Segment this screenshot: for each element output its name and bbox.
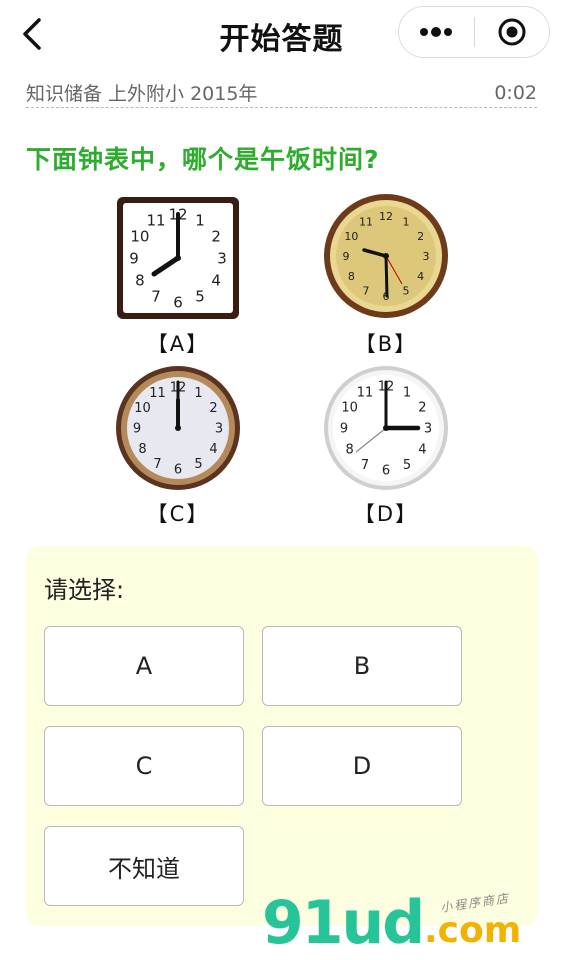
clock-numeral: 11 <box>149 386 166 401</box>
clock-numeral: 11 <box>359 215 373 228</box>
clock-label-a: 【A】 <box>146 332 210 356</box>
clock-numeral: 4 <box>418 443 426 458</box>
clock-numeral: 3 <box>424 422 432 437</box>
question-info-bar: 知识储备 上外附小 2015年 0:02 <box>26 78 537 108</box>
clock-numeral: 12 <box>379 210 393 223</box>
answer-panel: 请选择: A B C D 不知道 <box>26 546 538 926</box>
clock-numeral: 1 <box>195 211 205 229</box>
close-miniprogram-button[interactable] <box>475 7 550 57</box>
clock-numeral: 6 <box>174 463 182 478</box>
answer-prompt: 请选择: <box>44 576 125 604</box>
clock-numeral: 2 <box>418 401 426 416</box>
clock-round-bronze-icon: 121234567891011 <box>116 366 240 490</box>
clock-label-d: 【D】 <box>353 502 419 526</box>
clock-label-c: 【C】 <box>146 502 210 526</box>
option-d-button[interactable]: D <box>262 726 462 806</box>
watermark-brand: 91ud <box>262 888 425 958</box>
clock-numeral: 5 <box>403 458 411 473</box>
clock-numeral: 10 <box>344 230 358 243</box>
clock-numeral: 7 <box>363 285 370 298</box>
clock-numeral: 3 <box>215 422 223 437</box>
clock-numeral: 8 <box>348 270 355 283</box>
option-a-button[interactable]: A <box>44 626 244 706</box>
clock-numeral: 10 <box>341 401 358 416</box>
clock-numeral: 9 <box>340 422 348 437</box>
clock-numeral: 3 <box>423 250 430 263</box>
clock-numeral: 8 <box>345 443 353 458</box>
clock-numeral: 11 <box>357 385 374 400</box>
clock-numeral: 4 <box>211 271 221 289</box>
clock-option-a: 121234567891011 【A】 <box>98 194 258 364</box>
clock-numeral: 6 <box>173 293 183 311</box>
clock-label-b: 【B】 <box>354 332 418 356</box>
clock-round-gold-icon: 121234567891011 <box>324 194 448 318</box>
watermark: 91ud .com 小程序商店 <box>262 886 562 960</box>
clock-round-silver-icon: 121234567891011 <box>324 366 448 490</box>
clock-numeral: 6 <box>382 464 390 479</box>
clock-numeral: 3 <box>217 249 227 267</box>
clock-numeral: 1 <box>403 215 410 228</box>
clock-numeral: 5 <box>195 288 205 306</box>
option-b-button[interactable]: B <box>262 626 462 706</box>
clock-numeral: 8 <box>135 271 145 289</box>
clock-numeral: 7 <box>151 288 161 306</box>
clock-numeral: 5 <box>403 285 410 298</box>
clock-numeral: 8 <box>138 442 146 457</box>
clock-numeral: 10 <box>134 401 151 416</box>
clock-numeral: 7 <box>361 458 369 473</box>
clock-numeral: 1 <box>194 386 202 401</box>
clock-numeral: 4 <box>209 442 217 457</box>
clock-numeral: 9 <box>129 249 139 267</box>
clock-option-c: 121234567891011 【C】 <box>98 364 258 534</box>
clock-option-d: 121234567891011 【D】 <box>306 364 466 534</box>
clock-numeral: 5 <box>194 457 202 472</box>
clock-numeral: 10 <box>130 227 149 245</box>
clock-numeral: 9 <box>343 250 350 263</box>
clock-numeral: 1 <box>403 385 411 400</box>
more-button[interactable] <box>399 7 474 57</box>
capsule-menu <box>398 6 550 58</box>
clock-square-wooden-icon: 121234567891011 <box>117 197 239 319</box>
nav-bar: 开始答题 <box>0 0 563 66</box>
clock-numeral: 2 <box>209 401 217 416</box>
more-dots-icon <box>420 27 453 37</box>
clock-option-b: 121234567891011 【B】 <box>306 194 466 364</box>
clock-numeral: 4 <box>417 270 424 283</box>
clock-numeral: 7 <box>153 457 161 472</box>
clock-numeral: 2 <box>211 227 221 245</box>
target-circle-icon <box>498 18 526 46</box>
option-c-button[interactable]: C <box>44 726 244 806</box>
clock-numeral: 9 <box>133 422 141 437</box>
timer: 0:02 <box>494 81 537 104</box>
question-category: 知识储备 上外附小 2015年 <box>26 83 258 105</box>
clock-numeral: 2 <box>417 230 424 243</box>
option-unknown-button[interactable]: 不知道 <box>44 826 244 906</box>
question-text: 下面钟表中，哪个是午饭时间? <box>26 145 380 174</box>
clock-numeral: 11 <box>146 211 165 229</box>
